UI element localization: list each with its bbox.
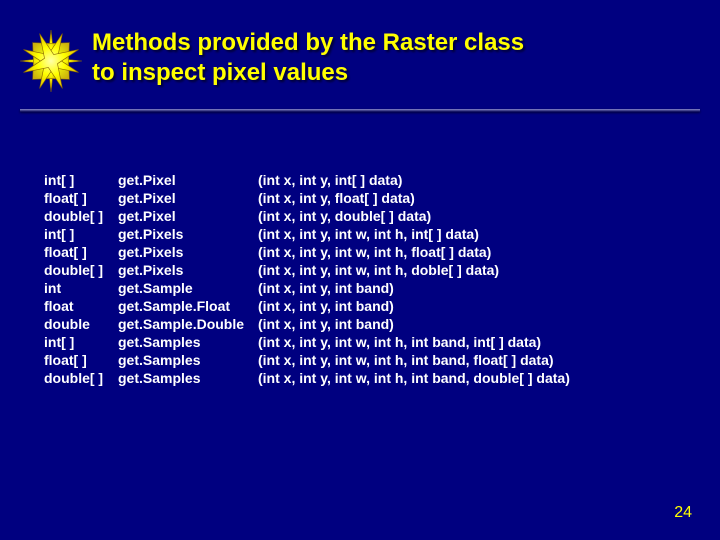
method-name: get.Samples xyxy=(118,334,258,352)
table-row: int[ ]get.Pixels(int x, int y, int w, in… xyxy=(44,226,578,244)
method-name: get.Samples xyxy=(118,370,258,388)
table-row: double[ ]get.Pixels(int x, int y, int w,… xyxy=(44,262,578,280)
table-row: doubleget.Sample.Double(int x, int y, in… xyxy=(44,316,578,334)
method-args: (int x, int y, int w, int h, int band, f… xyxy=(258,352,578,370)
page-number: 24 xyxy=(674,504,692,522)
method-name: get.Samples xyxy=(118,352,258,370)
return-type: int xyxy=(44,280,118,298)
table-row: float[ ]get.Pixels(int x, int y, int w, … xyxy=(44,244,578,262)
return-type: int[ ] xyxy=(44,334,118,352)
method-name: get.Sample.Double xyxy=(118,316,258,334)
method-name: get.Pixels xyxy=(118,226,258,244)
return-type: float[ ] xyxy=(44,244,118,262)
table-row: double[ ]get.Samples(int x, int y, int w… xyxy=(44,370,578,388)
method-name: get.Pixel xyxy=(118,172,258,190)
method-args: (int x, int y, int band) xyxy=(258,280,578,298)
method-name: get.Sample.Float xyxy=(118,298,258,316)
table-row: double[ ]get.Pixel(int x, int y, double[… xyxy=(44,208,578,226)
method-name: get.Pixel xyxy=(118,208,258,226)
method-args: (int x, int y, int w, int h, float[ ] da… xyxy=(258,244,578,262)
method-args: (int x, int y, int w, int h, doble[ ] da… xyxy=(258,262,578,280)
method-args: (int x, int y, int w, int h, int band, i… xyxy=(258,334,578,352)
method-name: get.Pixels xyxy=(118,262,258,280)
table-row: int[ ]get.Samples(int x, int y, int w, i… xyxy=(44,334,578,352)
return-type: double[ ] xyxy=(44,208,118,226)
return-type: float[ ] xyxy=(44,190,118,208)
table-row: intget.Sample(int x, int y, int band) xyxy=(44,280,578,298)
methods-table: int[ ]get.Pixel(int x, int y, int[ ] dat… xyxy=(44,172,578,388)
method-name: get.Pixel xyxy=(118,190,258,208)
return-type: double xyxy=(44,316,118,334)
table-row: float[ ]get.Samples(int x, int y, int w,… xyxy=(44,352,578,370)
method-args: (int x, int y, float[ ] data) xyxy=(258,190,578,208)
slide-header: Methods provided by the Raster class to … xyxy=(0,0,720,97)
method-args: (int x, int y, int[ ] data) xyxy=(258,172,578,190)
method-name: get.Sample xyxy=(118,280,258,298)
table-row: int[ ]get.Pixel(int x, int y, int[ ] dat… xyxy=(44,172,578,190)
return-type: double[ ] xyxy=(44,262,118,280)
return-type: int[ ] xyxy=(44,172,118,190)
method-args: (int x, int y, int band) xyxy=(258,298,578,316)
method-args: (int x, int y, int band) xyxy=(258,316,578,334)
title-line-2: to inspect pixel values xyxy=(92,59,348,86)
methods-table-container: int[ ]get.Pixel(int x, int y, int[ ] dat… xyxy=(0,112,720,388)
return-type: float[ ] xyxy=(44,352,118,370)
table-row: float[ ]get.Pixel(int x, int y, float[ ]… xyxy=(44,190,578,208)
slide-title: Methods provided by the Raster class to … xyxy=(92,28,524,88)
table-row: floatget.Sample.Float(int x, int y, int … xyxy=(44,298,578,316)
method-args: (int x, int y, int w, int h, int band, d… xyxy=(258,370,578,388)
method-args: (int x, int y, double[ ] data) xyxy=(258,208,578,226)
title-line-1: Methods provided by the Raster class xyxy=(92,29,524,56)
return-type: int[ ] xyxy=(44,226,118,244)
return-type: double[ ] xyxy=(44,370,118,388)
method-name: get.Pixels xyxy=(118,244,258,262)
method-args: (int x, int y, int w, int h, int[ ] data… xyxy=(258,226,578,244)
bullet-star-icon xyxy=(20,30,82,97)
return-type: float xyxy=(44,298,118,316)
